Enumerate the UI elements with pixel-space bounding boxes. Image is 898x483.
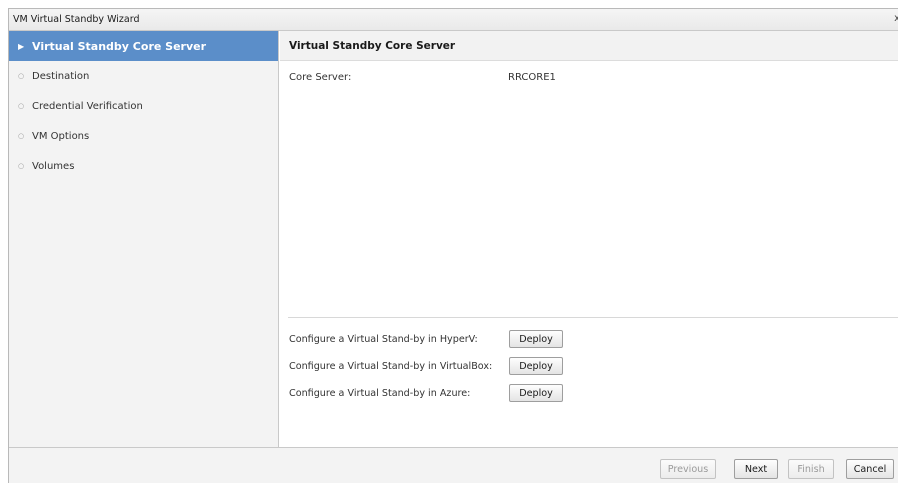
deploy-label: Configure a Virtual Stand-by in Azure: [289, 387, 471, 399]
step-vm-options[interactable]: ○ VM Options [9, 121, 278, 151]
wizard-steps-sidebar: ▶ Virtual Standby Core Server ○ Destinat… [9, 31, 279, 447]
step-bullet-icon: ○ [18, 72, 25, 80]
step-label: Destination [32, 70, 90, 82]
page-title: Virtual Standby Core Server [289, 39, 456, 52]
active-step-arrow-icon: ▶ [18, 41, 25, 51]
step-bullet-icon: ○ [18, 162, 25, 170]
step-credential-verification[interactable]: ○ Credential Verification [9, 91, 278, 121]
step-bullet-icon: ○ [18, 132, 25, 140]
step-label: Volumes [32, 160, 75, 172]
window-title: VM Virtual Standby Wizard [13, 14, 140, 25]
step-bullet-icon: ○ [18, 102, 25, 110]
title-bar: VM Virtual Standby Wizard x [9, 9, 898, 31]
deploy-azure-button[interactable]: Deploy [509, 384, 563, 402]
content-header: Virtual Standby Core Server [280, 31, 898, 61]
deploy-row-azure: Configure a Virtual Stand-by in Azure: D… [289, 383, 563, 403]
finish-button[interactable]: Finish [788, 459, 834, 479]
core-server-value: RRCORE1 [508, 72, 556, 83]
close-icon[interactable]: x [894, 13, 898, 24]
deploy-hyperv-button[interactable]: Deploy [509, 330, 563, 348]
step-virtual-standby-core-server[interactable]: ▶ Virtual Standby Core Server [9, 31, 278, 61]
previous-button[interactable]: Previous [660, 459, 716, 479]
deploy-label: Configure a Virtual Stand-by in HyperV: [289, 333, 478, 345]
section-divider [288, 317, 898, 318]
deploy-row-virtualbox: Configure a Virtual Stand-by in VirtualB… [289, 356, 563, 376]
step-destination[interactable]: ○ Destination [9, 61, 278, 91]
step-label: VM Options [32, 130, 90, 142]
wizard-window: VM Virtual Standby Wizard x ▶ Virtual St… [8, 8, 898, 483]
step-label: Credential Verification [32, 100, 143, 112]
core-server-label: Core Server: [289, 72, 352, 83]
wizard-footer: Previous Next Finish Cancel [9, 447, 898, 483]
deploy-virtualbox-button[interactable]: Deploy [509, 357, 563, 375]
cancel-button[interactable]: Cancel [846, 459, 894, 479]
deploy-label: Configure a Virtual Stand-by in VirtualB… [289, 360, 493, 372]
step-volumes[interactable]: ○ Volumes [9, 151, 278, 181]
deploy-row-hyperv: Configure a Virtual Stand-by in HyperV: … [289, 329, 563, 349]
step-label: Virtual Standby Core Server [32, 39, 207, 53]
next-button[interactable]: Next [734, 459, 778, 479]
step-content-panel: Virtual Standby Core Server Core Server:… [280, 31, 898, 447]
